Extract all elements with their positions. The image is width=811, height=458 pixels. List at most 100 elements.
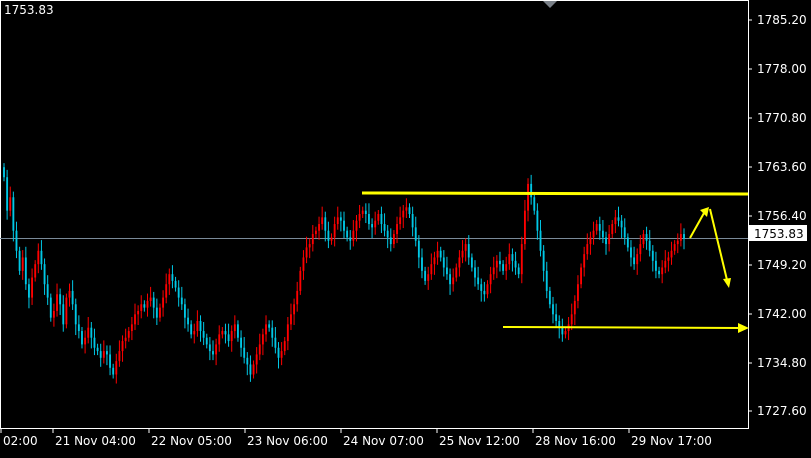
price-tick-label: 1727.60 xyxy=(757,404,807,418)
candlestick-series xyxy=(3,163,685,384)
resistance-line[interactable] xyxy=(361,191,749,196)
candle-body xyxy=(346,230,349,238)
candle-body xyxy=(265,324,267,335)
candle-body xyxy=(642,234,645,245)
annotations xyxy=(361,191,749,333)
candle-body xyxy=(414,227,417,241)
candle-body xyxy=(324,217,327,231)
candle-body xyxy=(52,310,55,318)
candle-body xyxy=(489,274,492,285)
time-tick-label: 29 Nov 17:00 xyxy=(631,434,712,448)
candle-body xyxy=(495,260,498,268)
candle-body xyxy=(149,297,152,301)
candle-body xyxy=(321,217,324,225)
candle-body xyxy=(174,280,177,288)
candle-body xyxy=(533,197,536,211)
candle-body xyxy=(449,274,451,285)
candle-body xyxy=(6,177,9,211)
candle-body xyxy=(446,267,448,275)
candle-body xyxy=(196,321,199,332)
candle-body xyxy=(577,284,579,301)
chart-canvas[interactable]: 1753.83 1785.20 1778.00 1770.80 1763.60 … xyxy=(0,0,811,454)
candle-body xyxy=(564,331,567,335)
candle-body xyxy=(286,324,289,342)
candle-body xyxy=(280,351,283,358)
candle-body xyxy=(442,257,445,268)
candle-body xyxy=(134,314,136,325)
candle-body xyxy=(467,244,470,258)
price-tick: 1763.60 xyxy=(748,160,807,174)
candle-body xyxy=(246,357,249,365)
triangle-down-icon[interactable] xyxy=(543,1,557,8)
projection-down-arrow[interactable] xyxy=(709,208,728,281)
candle-body xyxy=(183,304,186,318)
candle-body xyxy=(9,197,12,211)
candle-body xyxy=(59,294,62,305)
candle-body xyxy=(673,244,676,251)
candle-body xyxy=(458,257,461,268)
candle-body xyxy=(620,220,623,228)
candle-body xyxy=(46,284,49,298)
candle-body xyxy=(152,297,155,308)
candle-body xyxy=(230,331,233,342)
candle-body xyxy=(424,270,427,281)
candle-body xyxy=(140,304,143,311)
candle-body xyxy=(40,250,43,265)
candle-body xyxy=(90,327,93,338)
candle-body xyxy=(536,210,539,231)
candle-body xyxy=(180,297,183,305)
candle-body xyxy=(290,314,292,325)
candle-body xyxy=(37,250,40,265)
candle-body xyxy=(364,210,367,214)
candle-body xyxy=(62,304,65,325)
price-axis[interactable]: 1785.20 1778.00 1770.80 1763.60 1756.40 … xyxy=(748,13,807,418)
projection-up-arrow[interactable] xyxy=(689,212,705,239)
candle-body xyxy=(218,334,221,345)
candle-body xyxy=(598,224,601,231)
candle-body xyxy=(520,244,523,275)
candle-body xyxy=(168,274,171,285)
candle-body xyxy=(109,354,111,368)
candle-body xyxy=(405,207,408,211)
candle-body xyxy=(542,250,545,271)
current-price-badge-text: 1753.83 xyxy=(754,227,804,241)
candle-body xyxy=(68,290,71,298)
candle-body xyxy=(224,331,227,335)
price-chart[interactable]: 1753.83 1785.20 1778.00 1770.80 1763.60 … xyxy=(0,0,811,454)
candle-body xyxy=(330,237,333,241)
candle-body xyxy=(661,267,664,275)
support-line[interactable] xyxy=(502,326,741,329)
candle-body xyxy=(333,224,336,238)
candle-body xyxy=(99,351,102,358)
candle-body xyxy=(258,344,261,355)
candle-body xyxy=(436,250,439,258)
candle-body xyxy=(670,250,673,258)
candle-body xyxy=(380,214,383,225)
candle-body xyxy=(177,287,180,298)
candle-body xyxy=(205,337,208,345)
candle-body xyxy=(417,240,420,258)
candle-body xyxy=(377,214,380,221)
candle-body xyxy=(137,310,140,315)
candle-body xyxy=(633,257,636,265)
candle-body xyxy=(658,270,660,275)
candle-body xyxy=(470,257,473,268)
candle-body xyxy=(199,321,202,332)
price-tick: 1742.00 xyxy=(748,307,807,321)
candle-body xyxy=(336,217,339,225)
time-axis[interactable]: 02:00 21 Nov 04:00 22 Nov 05:00 23 Nov 0… xyxy=(0,429,712,448)
candle-body xyxy=(636,254,639,265)
time-tick-label: 21 Nov 04:00 xyxy=(55,434,136,448)
candle-body xyxy=(452,277,455,285)
projection-down-arrowhead-icon xyxy=(723,278,731,288)
candle-body xyxy=(215,344,218,355)
candle-body xyxy=(527,183,529,211)
candle-body xyxy=(421,257,423,271)
candle-body xyxy=(227,334,230,342)
candle-body xyxy=(411,214,414,228)
candle-body xyxy=(502,264,505,271)
candle-body xyxy=(327,230,330,241)
candle-body xyxy=(374,220,377,228)
candle-body xyxy=(614,217,617,225)
candle-body xyxy=(433,257,436,265)
